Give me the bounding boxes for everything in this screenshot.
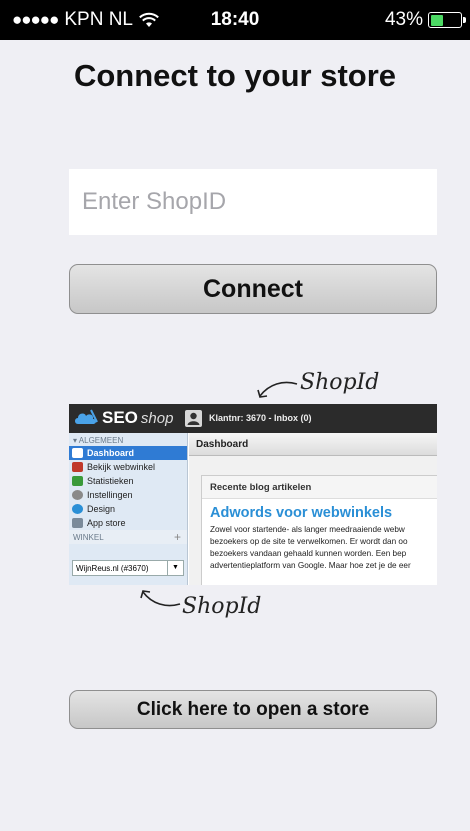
- sidebar-item-label: Statistieken: [87, 476, 134, 486]
- dashboard-icon: [72, 448, 83, 458]
- sidebar-section-title: ▾ ALGEMEEN: [73, 436, 124, 445]
- store-select-value: WijnReus.nl (#3670): [76, 564, 149, 573]
- status-bar: ●●●●● KPN NL 18:40 43%: [0, 0, 470, 40]
- blog-card-line: bezoekers vandaan gehaald kunnen worden.…: [210, 549, 407, 558]
- preview-sidebar: ▾ ALGEMEEN Dashboard Bekijk webwinkel St…: [69, 433, 188, 585]
- plus-icon: +: [173, 530, 181, 544]
- winkel-section: WINKEL +: [69, 530, 187, 544]
- blog-card: Recente blog artikelen Adwords voor webw…: [201, 475, 437, 585]
- status-bar-right: 43%: [384, 9, 466, 31]
- shop-id-input[interactable]: [69, 169, 437, 235]
- dashboard-header: Dashboard: [189, 433, 437, 456]
- chart-icon: [72, 476, 83, 486]
- store-select: WijnReus.nl (#3670) ▼: [72, 560, 184, 576]
- user-icon: [185, 410, 202, 427]
- preview-main: Dashboard Recente blog artikelen Adwords…: [189, 433, 437, 585]
- sidebar-item-label: Design: [87, 504, 116, 514]
- sidebar-item-bekijk-webwinkel: Bekijk webwinkel: [69, 460, 187, 474]
- sidebar-item-statistieken: Statistieken: [69, 474, 187, 488]
- chevron-down-icon: ▼: [167, 561, 183, 575]
- logo-text-shop: shop: [140, 409, 174, 427]
- customer-number: Klantnr: 3670 - Inbox (0): [209, 413, 312, 423]
- battery-icon: [428, 12, 466, 28]
- sidebar-item-instellingen: Instellingen: [69, 488, 187, 502]
- blog-card-title: Adwords voor webwinkels: [210, 505, 393, 521]
- sidebar-item-label: App store: [87, 518, 126, 528]
- curved-arrow-icon: [140, 590, 181, 607]
- seoshop-logo: SEO shop: [73, 408, 173, 428]
- blog-card-line: advertentieplatform van Google. Maar hoe…: [210, 561, 411, 570]
- shop-id-annotation-bottom: ShopId: [182, 594, 262, 619]
- app-store-icon: [72, 518, 83, 528]
- store-icon: [72, 462, 83, 472]
- blog-card-line: bezoekers op de site te verwelkomen. Er …: [210, 537, 408, 546]
- preview-top-bar: SEO shop Klantnr: 3670 - Inbox (0): [69, 404, 437, 433]
- curved-arrow-icon: [257, 381, 298, 398]
- logo-text-seo: SEO: [102, 408, 138, 427]
- page-title: Connect to your store: [73, 58, 397, 93]
- palette-icon: [72, 504, 83, 514]
- sidebar-item-label: Instellingen: [87, 490, 133, 500]
- sidebar-item-label: Bekijk webwinkel: [87, 462, 156, 472]
- winkel-label: WINKEL: [73, 533, 104, 542]
- sidebar-item-design: Design: [69, 502, 187, 516]
- connect-button[interactable]: Connect: [69, 264, 437, 314]
- shop-id-annotation-top: ShopId: [300, 370, 380, 395]
- sidebar-item-dashboard: Dashboard: [69, 446, 187, 460]
- blog-card-line: Zowel voor startende- als langer meedraa…: [210, 525, 405, 534]
- sidebar-item-label: Dashboard: [87, 448, 135, 458]
- seoshop-preview-image: SEO shop Klantnr: 3670 - Inbox (0) ▾ ALG…: [69, 404, 437, 585]
- sidebar-item-app-store: App store: [69, 516, 187, 530]
- cloud-cart-icon: [75, 409, 98, 424]
- battery-percent: 43%: [384, 9, 423, 30]
- blog-card-header: Recente blog artikelen: [202, 476, 437, 499]
- open-store-button[interactable]: Click here to open a store: [69, 690, 437, 729]
- gear-icon: [72, 490, 83, 500]
